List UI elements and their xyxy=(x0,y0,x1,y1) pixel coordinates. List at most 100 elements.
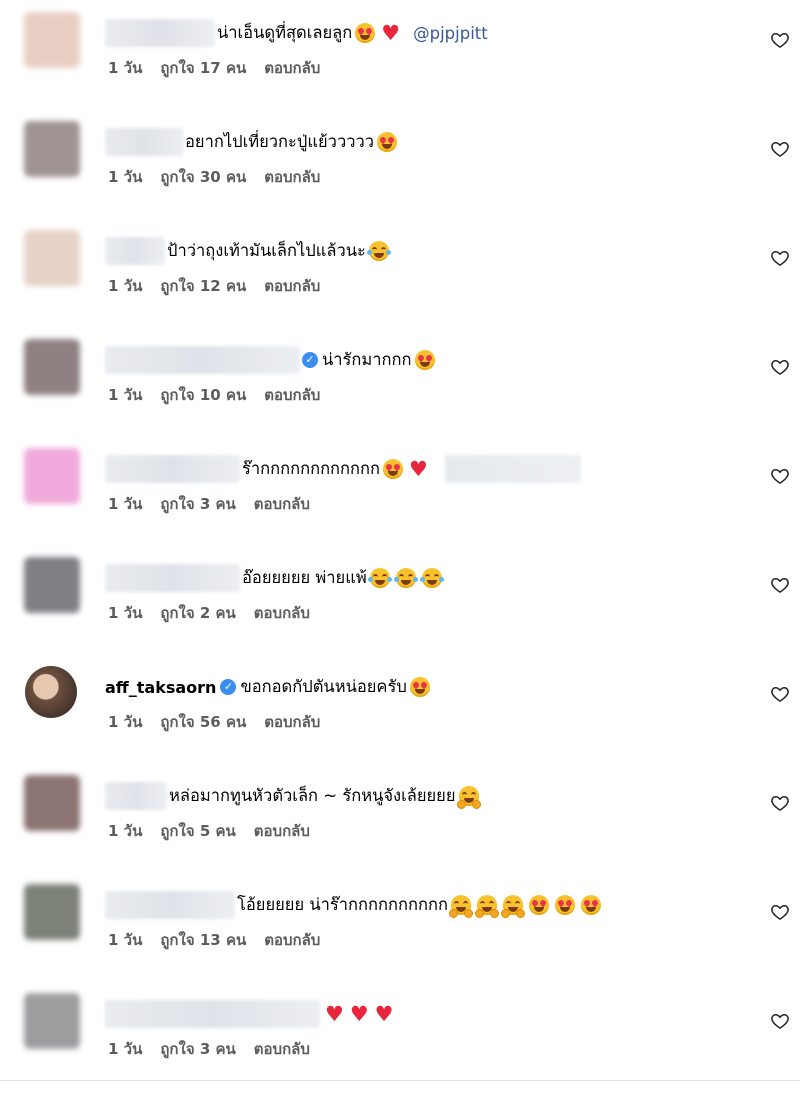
mention-blurred[interactable] xyxy=(444,455,581,483)
comment-meta: 1 วัน ถูกใจ 5 คน ตอบกลับ xyxy=(108,819,328,843)
comment-time[interactable]: 1 วัน xyxy=(108,168,142,186)
hugging-emoji xyxy=(500,895,525,918)
comment-item: อ๊อยยยยย พ่ายแพ้ 1 วัน ถูกใจ 2 คน ตอบกลับ xyxy=(0,545,800,655)
username-blurred[interactable] xyxy=(105,1000,320,1028)
comment-time[interactable]: 1 วัน xyxy=(108,59,142,77)
comment-item: aff_taksaorn ✓ ขอกอดกัปตันหน่อยครับ 1 วัน ถู… xyxy=(0,654,800,764)
comment-meta: 1 วัน ถูกใจ 56 คน ตอบกลับ xyxy=(108,710,338,734)
divider xyxy=(0,1080,800,1081)
heart-eyes-emoji xyxy=(580,895,601,915)
reply-button[interactable]: ตอบกลับ xyxy=(264,386,320,404)
tears-of-joy-emoji xyxy=(419,568,444,588)
comment-item: หล่อมากทูนหัวตัวเล็ก ~ รักหนูจังเล้ยยยย 1… xyxy=(0,763,800,873)
likes-count[interactable]: ถูกใจ 2 คน xyxy=(160,604,235,622)
reply-button[interactable]: ตอบกลับ xyxy=(254,822,310,840)
heart-outline-icon[interactable] xyxy=(770,466,790,486)
username-blurred[interactable] xyxy=(105,237,165,265)
avatar[interactable] xyxy=(25,666,77,718)
comment-time[interactable]: 1 วัน xyxy=(108,713,142,731)
comment-time[interactable]: 1 วัน xyxy=(108,277,142,295)
likes-count[interactable]: ถูกใจ 30 คน xyxy=(160,168,246,186)
heart-outline-icon[interactable] xyxy=(770,902,790,922)
avatar[interactable] xyxy=(24,993,80,1049)
comment-item: อยากไปเที่ยวกะปู่แย้ววววว 1 วัน ถูกใจ 30 ค… xyxy=(0,109,800,219)
username-blurred[interactable] xyxy=(105,455,240,483)
red-heart-emoji: ♥ xyxy=(374,1002,394,1026)
likes-count[interactable]: ถูกใจ 10 คน xyxy=(160,386,246,404)
username[interactable]: aff_taksaorn xyxy=(105,678,216,697)
comment-item: ♥ ♥ ♥ 1 วัน ถูกใจ 3 คน ตอบกลับ xyxy=(0,981,800,1091)
heart-outline-icon[interactable] xyxy=(770,684,790,704)
likes-count[interactable]: ถูกใจ 12 คน xyxy=(160,277,246,295)
heart-outline-icon[interactable] xyxy=(770,248,790,268)
username-blurred[interactable] xyxy=(105,782,167,810)
comment-body: ร๊ากกกกกกกกกกกก ♥ xyxy=(105,454,581,484)
mention-link[interactable]: @pjpjpitt xyxy=(413,24,488,43)
comment-text: หล่อมากทูนหัวตัวเล็ก ~ รักหนูจังเล้ยยยย xyxy=(169,786,456,805)
comment-body: ✓ น่ารักมากกก xyxy=(105,345,438,375)
reply-button[interactable]: ตอบกลับ xyxy=(264,59,320,77)
comment-meta: 1 วัน ถูกใจ 10 คน ตอบกลับ xyxy=(108,383,338,407)
comment-time[interactable]: 1 วัน xyxy=(108,386,142,404)
username-blurred[interactable] xyxy=(105,564,240,592)
comment-meta: 1 วัน ถูกใจ 3 คน ตอบกลับ xyxy=(108,1037,328,1061)
avatar[interactable] xyxy=(24,12,80,68)
avatar[interactable] xyxy=(24,884,80,940)
username-blurred[interactable] xyxy=(105,19,215,47)
heart-outline-icon[interactable] xyxy=(770,30,790,50)
avatar[interactable] xyxy=(24,339,80,395)
comment-meta: 1 วัน ถูกใจ 2 คน ตอบกลับ xyxy=(108,601,328,625)
reply-button[interactable]: ตอบกลับ xyxy=(264,277,320,295)
reply-button[interactable]: ตอบกลับ xyxy=(254,1040,310,1058)
comment-time[interactable]: 1 วัน xyxy=(108,604,142,622)
tears-of-joy-emoji xyxy=(393,568,418,588)
heart-eyes-emoji xyxy=(409,677,430,697)
likes-count[interactable]: ถูกใจ 3 คน xyxy=(160,1040,235,1058)
reply-button[interactable]: ตอบกลับ xyxy=(264,168,320,186)
reply-button[interactable]: ตอบกลับ xyxy=(264,931,320,949)
heart-outline-icon[interactable] xyxy=(770,139,790,159)
reply-button[interactable]: ตอบกลับ xyxy=(254,604,310,622)
username-blurred[interactable] xyxy=(105,128,183,156)
tears-of-joy-emoji xyxy=(366,241,391,261)
heart-outline-icon[interactable] xyxy=(770,1011,790,1031)
comment-body: น่าเอ็นดูที่สุดเลยลูก ♥ @pjpjpitt xyxy=(105,18,488,48)
username-blurred[interactable] xyxy=(105,891,235,919)
heart-outline-icon[interactable] xyxy=(770,357,790,377)
heart-eyes-emoji xyxy=(383,459,404,479)
heart-outline-icon[interactable] xyxy=(770,575,790,595)
heart-outline-icon[interactable] xyxy=(770,793,790,813)
red-heart-emoji: ♥ xyxy=(349,1002,369,1026)
comment-time[interactable]: 1 วัน xyxy=(108,495,142,513)
heart-eyes-emoji xyxy=(528,895,549,915)
likes-count[interactable]: ถูกใจ 5 คน xyxy=(160,822,235,840)
avatar[interactable] xyxy=(24,121,80,177)
comment-body: aff_taksaorn ✓ ขอกอดกัปตันหน่อยครับ xyxy=(105,672,433,702)
reply-button[interactable]: ตอบกลับ xyxy=(264,713,320,731)
likes-count[interactable]: ถูกใจ 3 คน xyxy=(160,495,235,513)
verified-badge-icon: ✓ xyxy=(220,679,237,695)
comment-body: อยากไปเที่ยวกะปู่แย้ววววว xyxy=(105,127,400,157)
comment-list: น่าเอ็นดูที่สุดเลยลูก ♥ @pjpjpitt 1 วัน ถูกใ… xyxy=(0,0,800,1094)
comment-time[interactable]: 1 วัน xyxy=(108,1040,142,1058)
comment-text: อ๊อยยยยย พ่ายแพ้ xyxy=(242,568,367,587)
likes-count[interactable]: ถูกใจ 56 คน xyxy=(160,713,246,731)
reply-button[interactable]: ตอบกลับ xyxy=(254,495,310,513)
avatar[interactable] xyxy=(24,557,80,613)
red-heart-emoji: ♥ xyxy=(381,21,401,45)
avatar[interactable] xyxy=(24,775,80,831)
comment-body: หล่อมากทูนหัวตัวเล็ก ~ รักหนูจังเล้ยยยย xyxy=(105,781,482,811)
comment-text: โอ้ยยยยย น่าร๊ากกกกกกกกกก xyxy=(237,895,448,914)
comment-item: โอ้ยยยยย น่าร๊ากกกกกกกกกก 1 วัน ถูกใจ 13 ค… xyxy=(0,872,800,982)
comment-text: ขอกอดกัปตันหน่อยครับ xyxy=(240,677,407,696)
username-blurred[interactable] xyxy=(105,346,300,374)
comment-time[interactable]: 1 วัน xyxy=(108,931,142,949)
likes-count[interactable]: ถูกใจ 13 คน xyxy=(160,931,246,949)
comment-time[interactable]: 1 วัน xyxy=(108,822,142,840)
avatar[interactable] xyxy=(24,230,80,286)
comment-meta: 1 วัน ถูกใจ 30 คน ตอบกลับ xyxy=(108,165,338,189)
avatar[interactable] xyxy=(24,448,80,504)
comment-text: อยากไปเที่ยวกะปู่แย้ววววว xyxy=(185,132,375,151)
likes-count[interactable]: ถูกใจ 17 คน xyxy=(160,59,246,77)
heart-eyes-emoji xyxy=(414,350,435,370)
